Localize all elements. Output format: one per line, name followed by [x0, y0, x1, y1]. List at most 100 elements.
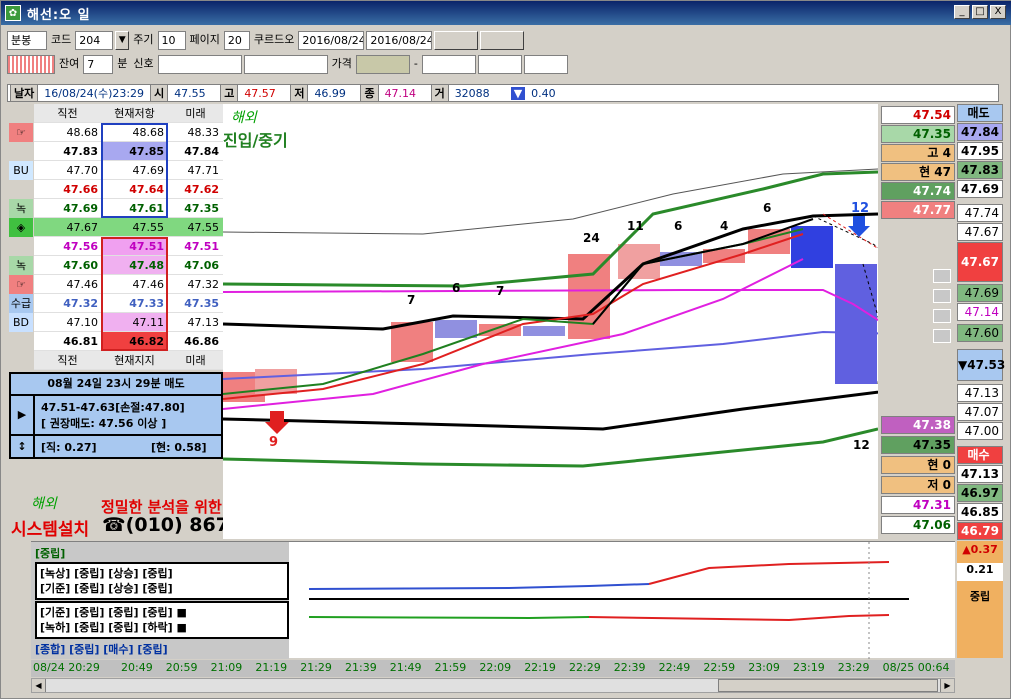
orderbook-cell: 47.67 — [957, 242, 1003, 282]
orderbook-cell: 47.74 — [957, 204, 1003, 222]
level-cell: 46.81 — [34, 332, 101, 351]
level-cell: 47.06 — [168, 256, 223, 275]
right-price-cell: 고 4 — [881, 144, 955, 162]
level-cell: 47.84 — [168, 142, 223, 161]
play-icon[interactable]: ▶ — [11, 396, 35, 434]
price-chart[interactable]: 7 6 7 24 11 6 4 6 12 9 12 해외 진입/중기 — [222, 104, 904, 539]
level-tag — [9, 237, 33, 256]
code-dropdown-icon[interactable]: ▼ — [115, 31, 130, 50]
time-tick: 20:59 — [165, 661, 198, 674]
info-date: 16/08/24(수)23:29 — [44, 87, 145, 100]
candle-count-label: 6 — [452, 281, 460, 295]
right-price-cell: 47.35 — [881, 125, 955, 143]
candle-count-label: 24 — [583, 231, 600, 245]
indicator-panel: [중립] [녹상] [중립] [상승] [중립] [기준] [중립] [상승] … — [31, 541, 955, 659]
side-gray-blocks — [933, 269, 951, 347]
minimize-button[interactable]: _ — [954, 5, 970, 19]
price-chart-svg: 7 6 7 24 11 6 4 6 12 9 12 해외 진입/중기 — [222, 110, 904, 468]
time-tick: 22:39 — [613, 661, 646, 674]
signal-g1-line2: [기준] [중립] [상승] [중립] — [40, 582, 173, 595]
candle — [523, 326, 565, 336]
page-input[interactable]: 20 — [223, 31, 250, 50]
buy-signal-arrow-icon — [265, 411, 289, 434]
candle — [391, 322, 433, 362]
candle-count-label: 11 — [627, 219, 644, 233]
period-type-select[interactable]: 분봉 — [7, 31, 47, 50]
level-cell: 47.56 — [34, 237, 101, 256]
title-bar: ✿ 해선:오 일 _ □ X — [1, 1, 1011, 25]
level-tag: ☞ — [9, 123, 33, 142]
time-tick: 21:19 — [255, 661, 288, 674]
right-price-cell: 47.77 — [881, 201, 955, 219]
code-input[interactable]: 204 — [75, 31, 114, 50]
buy-header: 매수 — [957, 446, 1003, 464]
scroll-thumb[interactable] — [718, 679, 938, 692]
orderbook-cell: 47.60 — [957, 324, 1003, 342]
info-low: 46.99 — [314, 86, 346, 100]
time-tick: 21:59 — [434, 661, 467, 674]
time-tick: 22:49 — [658, 661, 691, 674]
order-headline: 08월 24일 23시 29분 매도 — [11, 374, 221, 396]
right-price-cell: 47.54 — [881, 106, 955, 124]
right-price-cell: 현 47 — [881, 163, 955, 181]
promo-overseas: 해외 — [31, 496, 57, 512]
indicator-state: 중립 — [969, 590, 991, 603]
orderbook-buy-cell: 46.79 — [957, 522, 1003, 540]
header-cell: 미래 — [168, 104, 223, 123]
orderbook-buy-cell: 46.97 — [957, 484, 1003, 502]
time-tick: 23:29 — [837, 661, 870, 674]
orderbook-buy-cell: 47.13 — [957, 465, 1003, 483]
remain-value: 7 — [83, 55, 114, 74]
order-current: [현: 0.58] — [151, 441, 207, 454]
order-box: 08월 24일 23시 29분 매도 ▶ 47.51-47.63[손절:47.8… — [9, 372, 223, 459]
level-cell: 47.35 — [168, 294, 223, 313]
level-cell: 47.46 — [34, 275, 101, 294]
toolbar-button-2[interactable] — [480, 31, 525, 50]
maximize-button[interactable]: □ — [972, 5, 988, 19]
order-range: 47.51-47.63[손절:47.80] — [41, 401, 185, 414]
level-tag: 녹 — [9, 199, 33, 218]
open-key: 시 — [150, 84, 169, 102]
horizontal-scrollbar[interactable]: ◀ ▶ — [31, 678, 955, 693]
time-tick: 22:29 — [569, 661, 601, 674]
date-to-input[interactable]: 2016/08/24 — [366, 31, 433, 50]
orderbook-cell: ▼47.53 — [957, 349, 1005, 381]
signal-total: [종합] [중립] [매수] [중립] — [35, 643, 168, 656]
header-cell: 현재저항 — [101, 104, 168, 123]
signal-g2-line2: [녹하] [중립] [중립] [하락] ■ — [40, 621, 187, 634]
progress-bar — [7, 55, 55, 74]
cycle-input[interactable]: 10 — [157, 31, 186, 50]
level-tag — [9, 142, 33, 161]
support-box — [101, 237, 168, 351]
ohlc-info-bar: 날자 16/08/24(수)23:29 시 47.55 고 47.57 저 46… — [7, 84, 999, 102]
level-table-header: 직전 현재지지 미래 — [9, 351, 223, 370]
right-price-cell-low: 저 0 — [881, 476, 955, 494]
time-tick: 23:09 — [748, 661, 780, 674]
close-button[interactable]: X — [990, 5, 1006, 19]
signal-group-2: [기준] [중립] [중립] [중립] ■ [녹하] [중립] [중립] [하락… — [35, 601, 289, 639]
price-field-3 — [477, 55, 522, 74]
indicator-blue — [308, 583, 650, 590]
level-cell: 47.32 — [168, 275, 223, 294]
level-cell: 47.60 — [34, 256, 101, 275]
sell-header: 매도 — [957, 104, 1003, 122]
header-cell: 현재지지 — [101, 351, 168, 370]
time-axis: 08/24 20:29 20:49 20:59 21:09 21:19 21:29 21:3… — [31, 660, 955, 677]
price-label: 가격 — [331, 57, 352, 70]
level-cell: 47.67 — [34, 218, 101, 237]
toolbar-main: 분봉 코드 204 ▼ 주기 10 페이지 20 쿠르드오 2016/08/24… — [7, 31, 525, 50]
level-cell: 47.35 — [168, 199, 223, 218]
level-tag-empty — [9, 351, 33, 370]
arrow-label-down: 12 — [851, 201, 869, 216]
app-logo-icon: ✿ — [5, 5, 21, 21]
date-from-input[interactable]: 2016/08/24 — [298, 31, 365, 50]
indicator-green — [308, 616, 590, 620]
info-volume: 32088 — [454, 86, 490, 100]
scroll-left-icon[interactable]: ◀ — [32, 679, 46, 692]
orderbook-cell: 47.83 — [957, 161, 1003, 179]
arrow-label-up: 9 — [269, 435, 278, 450]
order-footer: ↕ [직: 0.27] [현: 0.58] — [11, 434, 221, 457]
toolbar-button-1[interactable] — [434, 31, 479, 50]
level-tag — [9, 180, 33, 199]
scroll-right-icon[interactable]: ▶ — [940, 679, 954, 692]
